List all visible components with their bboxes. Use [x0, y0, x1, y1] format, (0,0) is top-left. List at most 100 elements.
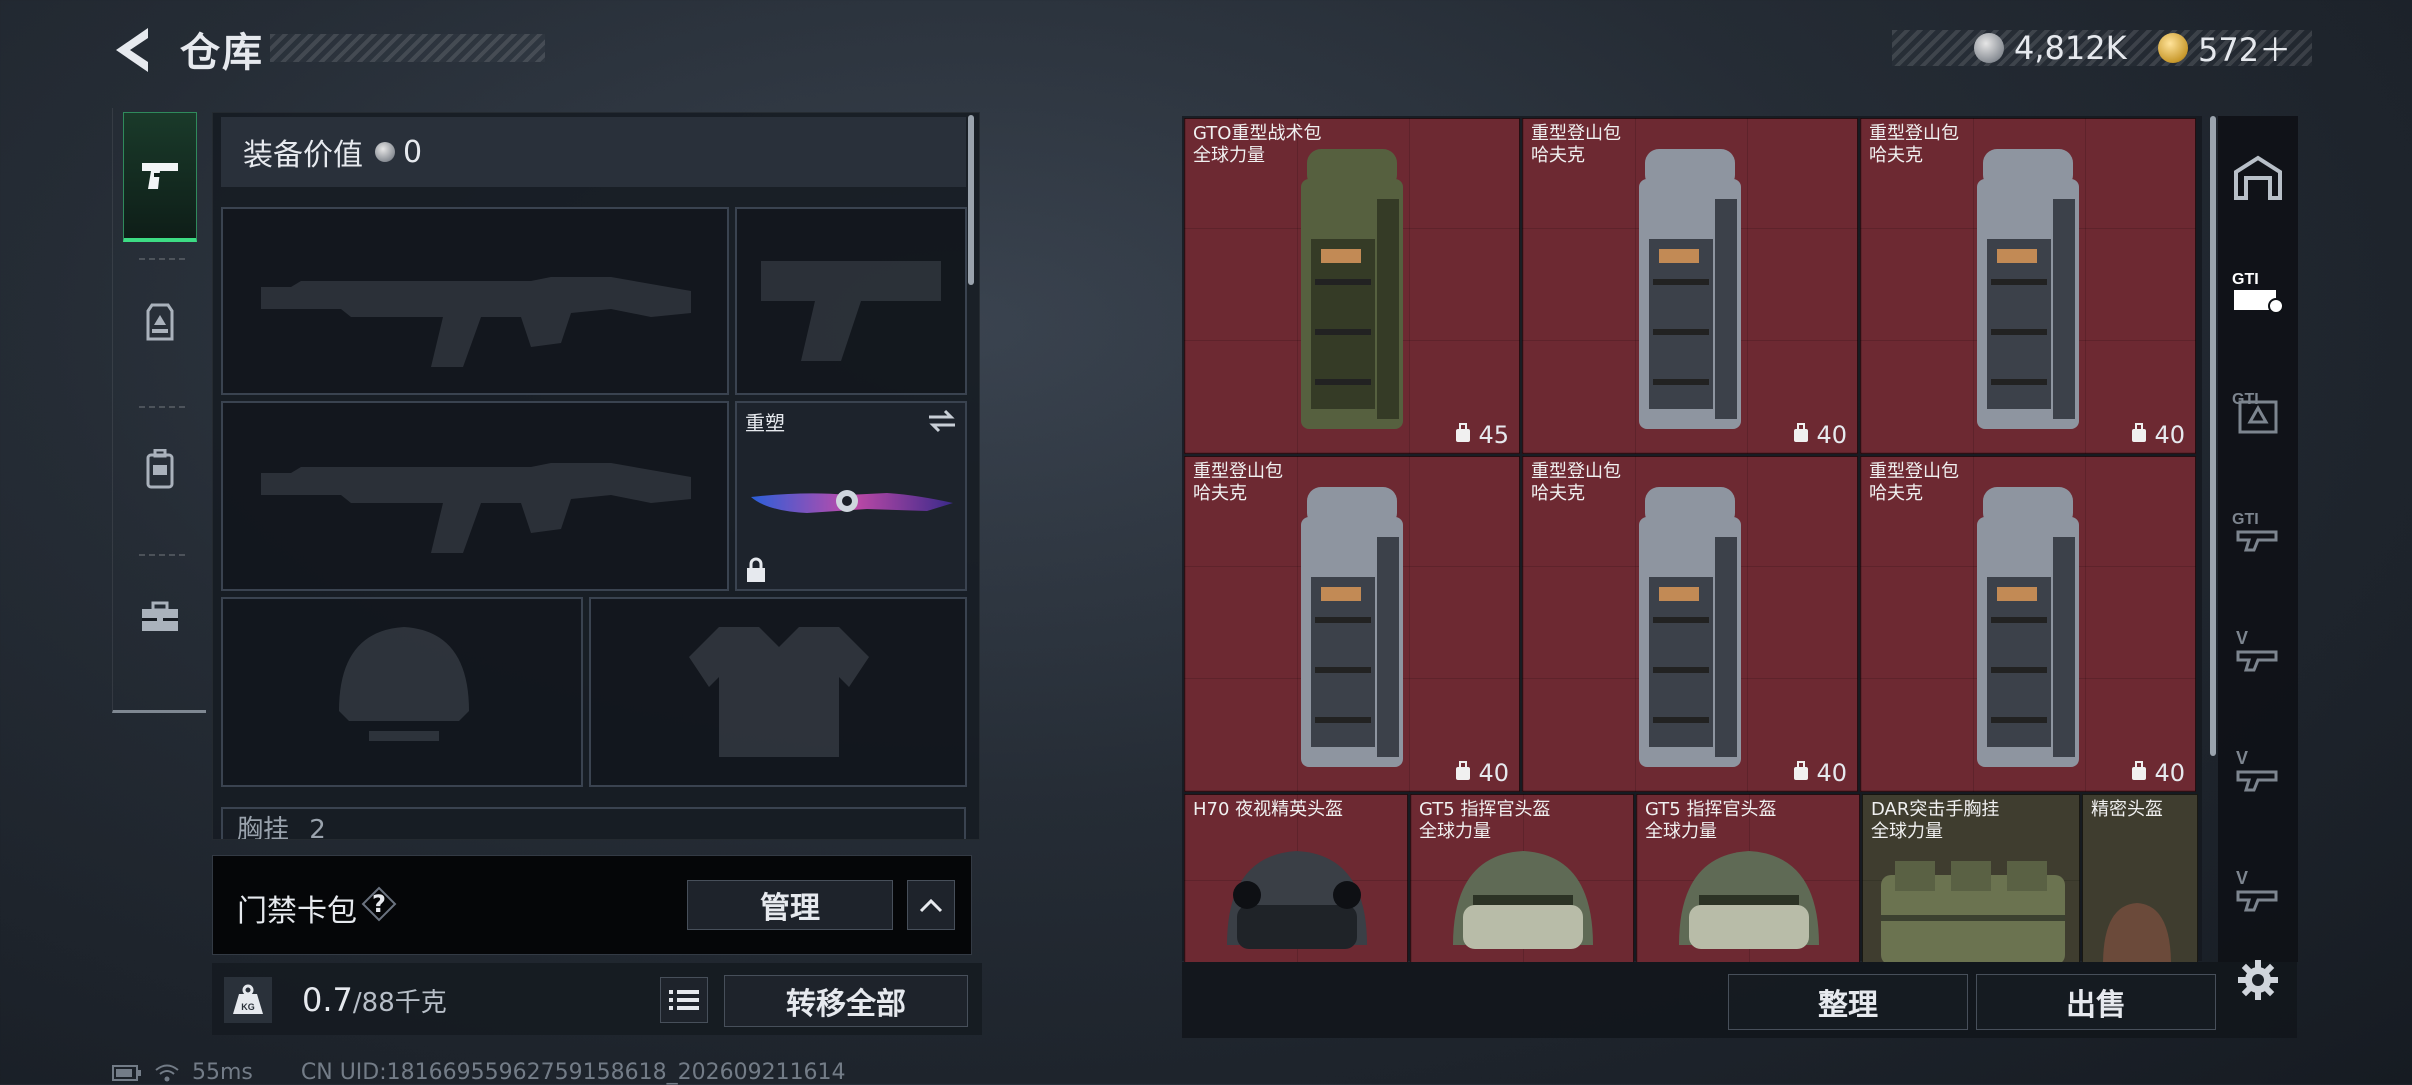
- currency-delta-coin[interactable]: 572＋: [2158, 26, 2291, 70]
- item-capacity: 40: [1792, 421, 1847, 449]
- back-arrow-icon: [116, 28, 148, 72]
- item-name: GT5 指挥官头盔 全球力量: [1419, 799, 1551, 842]
- knife-icon: [751, 490, 953, 513]
- uid-text: CN UID:18166955962759158618_202609211614: [300, 1060, 846, 1085]
- item-name: GT5 指挥官头盔 全球力量: [1645, 799, 1777, 842]
- settings-button[interactable]: [2226, 950, 2290, 1010]
- tab-armor[interactable]: [123, 258, 197, 388]
- storage-item-precision-helmet[interactable]: 精密头盔: [2082, 794, 2198, 962]
- category-v-weapon-1[interactable]: V: [2226, 616, 2290, 688]
- item-name: 重型登山包 哈夫克: [1869, 461, 1959, 504]
- helmet-icon: [2097, 895, 2177, 962]
- status-line: 55ms CN UID:18166955962759158618_2026092…: [112, 1060, 846, 1085]
- battery-icon: [112, 1064, 141, 1081]
- carry-weight-max: /88千克: [352, 988, 447, 1018]
- storage-grid: GTO重型战术包全球力量 45 重型登山包哈夫克 40 重型登山包哈夫克: [1182, 116, 2202, 962]
- backpack-icon: [1277, 477, 1427, 781]
- helmet-slot[interactable]: [221, 597, 583, 787]
- collapse-button[interactable]: [907, 880, 955, 930]
- chest-rig-count: 2: [309, 815, 326, 839]
- keycard-case-bar: 门禁卡包 ? 管理: [212, 855, 972, 955]
- storage-item-backpack[interactable]: 重型登山包 哈夫克 40: [1860, 456, 2196, 792]
- chest-rig-icon: [1875, 855, 2071, 962]
- list-view-button[interactable]: [660, 977, 708, 1023]
- backpack-capacity-icon: [1792, 421, 1810, 449]
- list-icon: [669, 990, 699, 1010]
- storage-item-backpack[interactable]: 重型登山包 哈夫克 40: [1522, 456, 1858, 792]
- tab-weapons[interactable]: [123, 112, 197, 242]
- category-v-weapon-3[interactable]: V: [2226, 856, 2290, 928]
- transfer-all-button[interactable]: 转移全部: [724, 975, 968, 1027]
- backpack-capacity-icon: [1454, 421, 1472, 449]
- rifle-silhouette-icon: [261, 463, 691, 553]
- storage-item-backpack[interactable]: 重型登山包 哈夫克 40: [1860, 118, 2196, 454]
- gold-coin-icon: [2158, 33, 2188, 63]
- backpack-capacity-icon: [2130, 759, 2148, 787]
- chest-rig-row[interactable]: 胸挂 2: [221, 807, 966, 839]
- backpack-capacity-icon: [1792, 759, 1810, 787]
- carry-weight-text: 0.7/88千克: [302, 981, 447, 1019]
- gear-icon: [2238, 960, 2278, 1000]
- category-v-weapon-2[interactable]: V: [2226, 736, 2290, 808]
- storage-item-chest-rig[interactable]: DAR突击手胸挂 全球力量: [1862, 794, 2080, 962]
- primary-weapon-slot-2[interactable]: [221, 401, 729, 591]
- body-armor-slot[interactable]: [589, 597, 967, 787]
- garage-icon: [2234, 155, 2282, 200]
- tab-tools[interactable]: [123, 552, 197, 682]
- item-capacity: 45: [1454, 421, 1509, 449]
- storage-item-backpack[interactable]: GTO重型战术包 全球力量 45: [1184, 118, 1520, 454]
- svg-text:KG: KG: [241, 1002, 255, 1012]
- item-capacity: 40: [1792, 759, 1847, 787]
- backpack-icon: [1953, 477, 2103, 781]
- loadout-scrollbar[interactable]: [968, 115, 974, 285]
- backpack-icon: [1277, 139, 1427, 443]
- svg-text:V: V: [2236, 628, 2248, 648]
- storage-item-helmet[interactable]: GT5 指挥官头盔 全球力量: [1410, 794, 1634, 962]
- item-name: 重型登山包 哈夫克: [1531, 123, 1621, 166]
- pistol-icon: [142, 162, 178, 189]
- backpack-capacity-icon: [1454, 759, 1472, 787]
- svg-text:GTI: GTI: [2232, 271, 2259, 288]
- keycard-case-label: 门禁卡包: [237, 894, 357, 929]
- category-gti-weapon[interactable]: GTI: [2226, 496, 2290, 568]
- storage-scrollbar[interactable]: [2210, 116, 2216, 756]
- chevron-up-icon: [919, 898, 943, 913]
- equipment-value-bar: 装备价值 0: [221, 117, 966, 187]
- rifle-silhouette-icon: [261, 277, 691, 367]
- manage-button[interactable]: 管理: [687, 880, 893, 930]
- currency-havoc-coin[interactable]: 4,812K: [1974, 26, 2127, 70]
- sort-button[interactable]: 整理: [1728, 974, 1968, 1030]
- helmet-silhouette-icon: [339, 627, 469, 741]
- helmet-icon: [1207, 835, 1387, 962]
- backpack-capacity-icon: [2130, 421, 2148, 449]
- silver-coin-icon: [375, 142, 395, 162]
- storage-item-backpack[interactable]: 重型登山包 哈夫克 40: [1184, 456, 1520, 792]
- backpack-icon: [146, 449, 174, 489]
- title-decoration: [270, 34, 545, 62]
- v-gun-icon: V: [2236, 628, 2278, 672]
- ping-text: 55ms: [192, 1060, 253, 1085]
- vest-icon: [146, 303, 174, 341]
- tab-backpack[interactable]: [123, 404, 197, 534]
- category-gti-container[interactable]: GTI: [2226, 256, 2290, 328]
- melee-slot[interactable]: 重塑: [735, 401, 967, 591]
- loadout-tabs: [112, 108, 206, 713]
- back-button[interactable]: [110, 24, 154, 76]
- help-button[interactable]: ?: [361, 886, 397, 922]
- storage-item-helmet[interactable]: GT5 指挥官头盔 全球力量: [1636, 794, 1860, 962]
- storage-item-backpack[interactable]: 重型登山包 哈夫克 40: [1522, 118, 1858, 454]
- sell-button[interactable]: 出售: [1976, 974, 2216, 1030]
- primary-weapon-slot-1[interactable]: [221, 207, 729, 395]
- category-gti-box[interactable]: GTI: [2226, 376, 2290, 448]
- item-name: 重型登山包 哈夫克: [1193, 461, 1283, 504]
- carry-weight-bar: KG 0.7/88千克 转移全部: [212, 963, 982, 1035]
- storage-item-helmet[interactable]: H70 夜视精英头盔: [1184, 794, 1408, 962]
- sidearm-slot[interactable]: [735, 207, 967, 395]
- category-garage[interactable]: [2226, 142, 2290, 214]
- currency-2-value: 572＋: [2198, 31, 2292, 69]
- swap-icon[interactable]: [927, 409, 957, 433]
- gti-container-icon: GTI: [2232, 271, 2284, 314]
- svg-text:GTI: GTI: [2232, 511, 2259, 528]
- melee-name: 重塑: [745, 411, 785, 435]
- gti-box-icon: GTI: [2232, 391, 2278, 434]
